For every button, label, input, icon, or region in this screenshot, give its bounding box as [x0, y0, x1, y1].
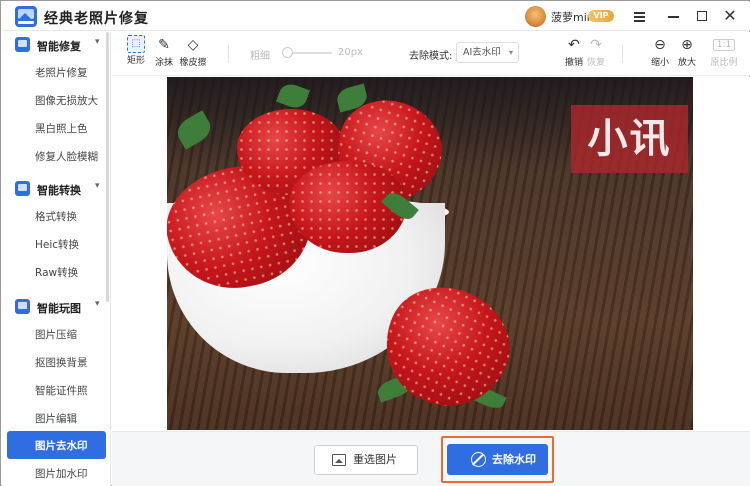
close-icon[interactable]: ✕ — [719, 6, 741, 26]
section-smart-convert[interactable]: 智能转换 ▾ — [2, 176, 111, 202]
sidebar-item-id-photo[interactable]: 智能证件照 — [2, 377, 111, 403]
sidebar-item-label: 图片加水印 — [35, 466, 88, 481]
sidebar-scrollbar[interactable] — [106, 32, 109, 302]
user-avatar[interactable] — [525, 6, 546, 27]
redo-button[interactable]: ↷ 恢复 — [584, 35, 608, 68]
zoom-in-label: 放大 — [675, 55, 699, 68]
sidebar-item-remove-watermark[interactable]: 图片去水印 — [7, 431, 106, 459]
chevron-down-icon: ▾ — [95, 37, 100, 47]
tool-rectangle[interactable]: ⬚ 矩形 — [124, 35, 148, 66]
chevron-down-icon: ▾ — [95, 181, 100, 191]
section-label: 智能修复 — [37, 38, 81, 54]
toolbar-divider — [622, 45, 623, 63]
sidebar-item-heic-convert[interactable]: Heic转换 — [2, 231, 111, 257]
sidebar-item-label: 格式转换 — [35, 209, 77, 224]
sidebar-item-add-watermark[interactable]: 图片加水印 — [2, 460, 111, 486]
section-label: 智能玩图 — [37, 300, 81, 316]
zoom-out-icon: ⊖ — [648, 35, 672, 55]
sidebar-item-format-convert[interactable]: 格式转换 — [2, 203, 111, 229]
sidebar-item-label: Heic转换 — [35, 237, 79, 252]
remove-mode-label: 去除模式: — [409, 47, 452, 62]
photo-preview[interactable]: 小讯 — [167, 77, 693, 430]
sidebar-item-label: 图像无损放大 — [35, 93, 98, 108]
tool-label: 橡皮擦 — [178, 55, 208, 68]
original-ratio-button[interactable]: 1:1 原比例 — [708, 35, 740, 68]
toolbar-divider — [228, 45, 229, 63]
sidebar-item-lossless-enlarge[interactable]: 图像无损放大 — [2, 87, 111, 113]
watermark-overlay[interactable]: 小讯 — [571, 105, 688, 173]
brush-size-value: 20px — [338, 47, 363, 58]
app-title: 经典老照片修复 — [44, 8, 149, 28]
redo-label: 恢复 — [584, 55, 608, 68]
sidebar: 智能修复 ▾ 老照片修复 图像无损放大 黑白照上色 修复人脸模糊 智能转换 ▾ … — [2, 32, 111, 486]
sidebar-item-label: 修复人脸模糊 — [35, 149, 98, 164]
sidebar-item-old-photo-repair[interactable]: 老照片修复 — [2, 59, 111, 85]
remove-mode-value: AI去水印 — [463, 47, 501, 58]
original-ratio-label: 原比例 — [708, 55, 740, 68]
zoom-out-label: 缩小 — [648, 55, 672, 68]
zoom-in-button[interactable]: ⊕ 放大 — [675, 35, 699, 68]
sidebar-item-label: 图片去水印 — [35, 438, 88, 453]
sidebar-item-label: 图片压缩 — [35, 327, 77, 342]
original-ratio-icon: 1:1 — [708, 35, 740, 55]
sidebar-item-colorize[interactable]: 黑白照上色 — [2, 115, 111, 141]
title-bar: 经典老照片修复 菠萝mir VIP ✕ — [2, 2, 750, 31]
section-label: 智能转换 — [37, 182, 81, 198]
redo-icon: ↷ — [584, 35, 608, 55]
tool-label: 矩形 — [124, 53, 148, 66]
eraser-icon: ◇ — [178, 35, 208, 55]
undo-label: 撤销 — [562, 55, 586, 68]
section-smart-repair[interactable]: 智能修复 ▾ — [2, 32, 111, 58]
zoom-in-icon: ⊕ — [675, 35, 699, 55]
no-watermark-icon — [471, 452, 486, 467]
section-smart-play[interactable]: 智能玩图 ▾ — [2, 294, 111, 320]
remove-watermark-button[interactable]: 去除水印 — [447, 444, 548, 475]
chevron-down-icon: ▾ — [95, 299, 100, 309]
sidebar-item-label: 图片编辑 — [35, 411, 77, 426]
zoom-out-button[interactable]: ⊖ 缩小 — [648, 35, 672, 68]
sidebar-item-label: Raw转换 — [35, 265, 78, 280]
sidebar-item-face-deblur[interactable]: 修复人脸模糊 — [2, 143, 111, 169]
sidebar-item-label: 老照片修复 — [35, 65, 88, 80]
brush-icon: ✎ — [152, 35, 176, 55]
remove-label: 去除水印 — [492, 453, 536, 466]
reselect-image-button[interactable]: 重选图片 — [314, 445, 418, 475]
toolbar: ⬚ 矩形 ✎ 涂抹 ◇ 橡皮擦 粗细 20px 去除模式: AI去水印 ▾ ↶ … — [112, 32, 750, 76]
convert-section-icon — [15, 181, 30, 196]
app-window: 经典老照片修复 菠萝mir VIP ✕ 智能修复 ▾ 老照片修复 图像无损放大 … — [0, 0, 750, 486]
sidebar-item-label: 抠图换背景 — [35, 355, 88, 370]
tool-label: 涂抹 — [152, 55, 176, 68]
action-bar: 重选图片 去除水印 — [112, 431, 750, 486]
rectangle-select-icon: ⬚ — [127, 35, 145, 53]
app-logo-icon — [15, 6, 37, 27]
repair-section-icon — [15, 37, 30, 52]
undo-icon: ↶ — [562, 35, 586, 55]
sidebar-item-label: 智能证件照 — [35, 383, 88, 398]
image-icon — [332, 454, 346, 466]
brush-size-label: 粗细 — [250, 47, 270, 62]
menu-icon[interactable] — [629, 6, 651, 26]
reselect-label: 重选图片 — [353, 453, 397, 466]
play-section-icon — [15, 299, 30, 314]
remove-mode-select[interactable]: AI去水印 ▾ — [456, 42, 519, 63]
editing-canvas[interactable]: 小讯 — [112, 77, 750, 431]
tool-brush[interactable]: ✎ 涂抹 — [152, 35, 176, 68]
sidebar-item-image-edit[interactable]: 图片编辑 — [2, 405, 111, 431]
brush-size-slider-handle[interactable] — [282, 47, 293, 58]
chevron-down-icon: ▾ — [509, 43, 513, 62]
sidebar-item-compress[interactable]: 图片压缩 — [2, 321, 111, 347]
undo-button[interactable]: ↶ 撤销 — [562, 35, 586, 68]
sidebar-item-cutout[interactable]: 抠图换背景 — [2, 349, 111, 375]
vip-badge: VIP — [588, 10, 614, 22]
sidebar-item-label: 黑白照上色 — [35, 121, 88, 136]
maximize-icon[interactable] — [691, 6, 713, 26]
user-name[interactable]: 菠萝mir — [551, 9, 591, 25]
tool-eraser[interactable]: ◇ 橡皮擦 — [178, 35, 208, 68]
minimize-icon[interactable] — [663, 6, 685, 26]
sidebar-item-raw-convert[interactable]: Raw转换 — [2, 259, 111, 285]
